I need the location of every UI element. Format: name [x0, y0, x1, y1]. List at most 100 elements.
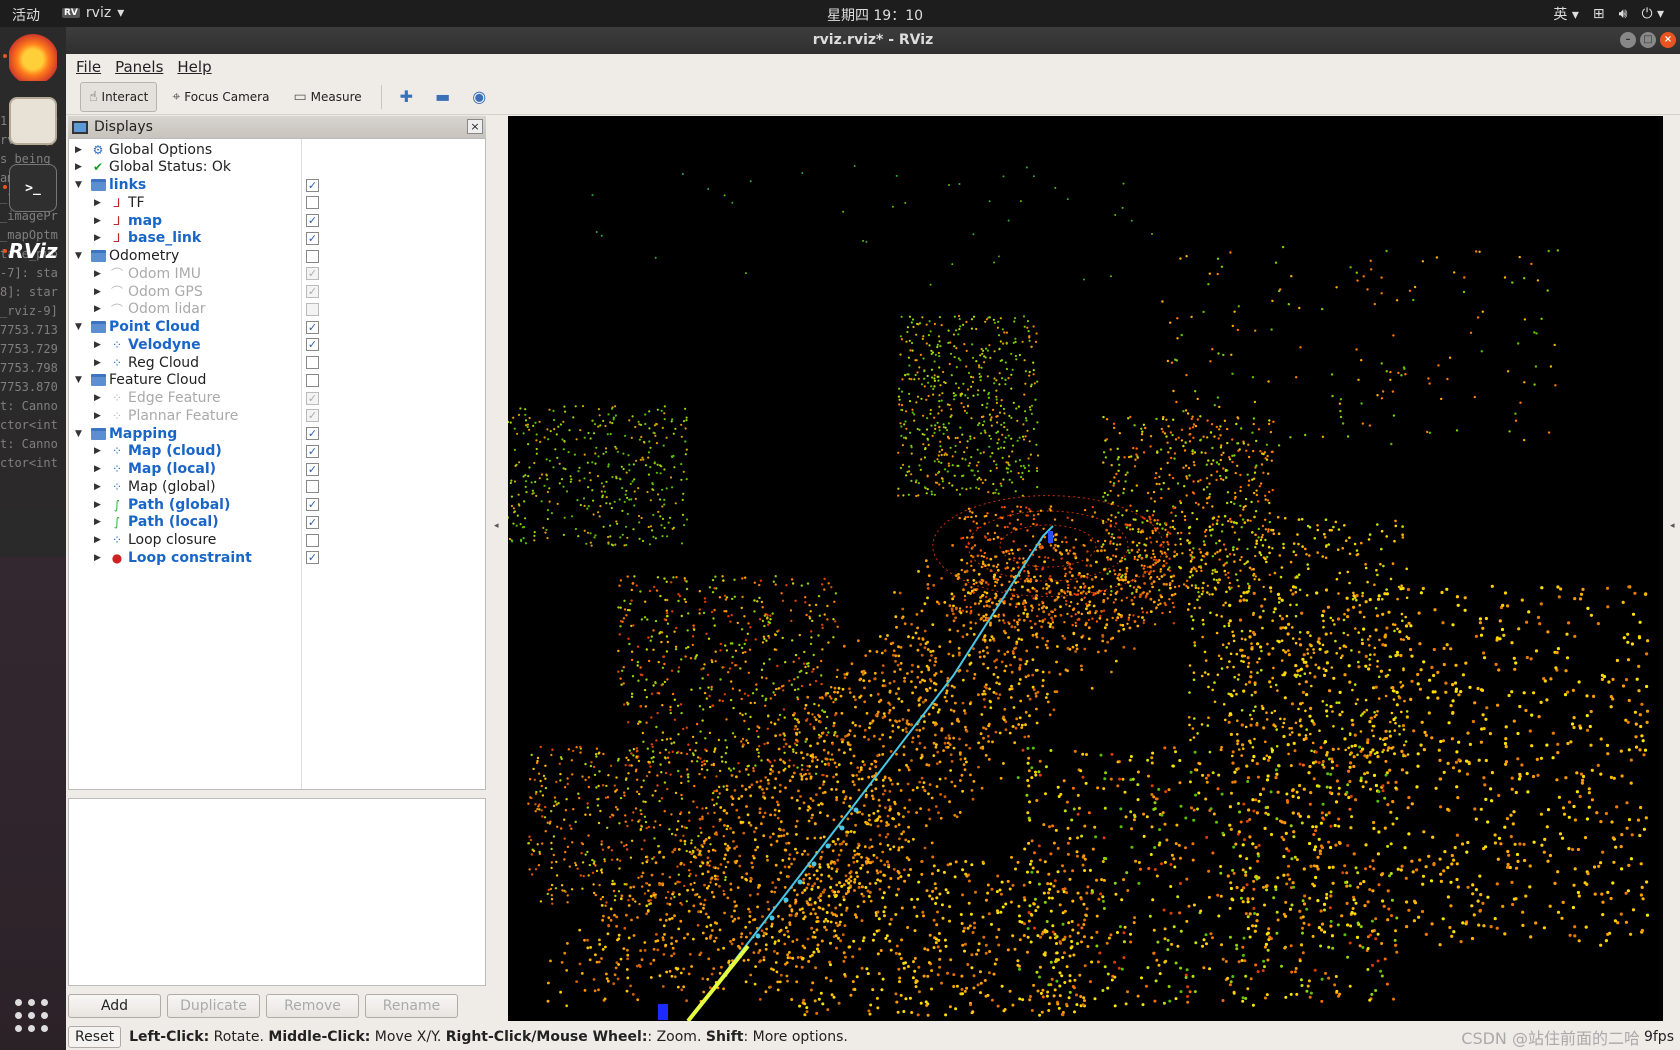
enable-checkbox[interactable]: ✓	[306, 515, 319, 529]
left-splitter-handle[interactable]: ◂	[494, 521, 500, 541]
files-icon[interactable]	[9, 97, 57, 145]
expand-arrow-icon[interactable]: ▶	[94, 464, 104, 474]
expand-arrow-icon[interactable]: ▶	[94, 535, 104, 545]
display-item[interactable]: ▶ ∫ Path (global) ✓	[69, 495, 485, 514]
expand-arrow-icon[interactable]: ▶	[94, 233, 104, 243]
expand-arrow-icon[interactable]: ▶	[94, 411, 104, 421]
enable-checkbox[interactable]: ✓	[306, 409, 319, 423]
rename-button[interactable]: Rename	[365, 994, 458, 1018]
firefox-icon[interactable]	[9, 33, 57, 81]
3d-viewport[interactable]	[508, 116, 1663, 1021]
display-item[interactable]: ▶ ⅃ base_link ✓	[69, 229, 485, 248]
expand-arrow-icon[interactable]: ▶	[94, 393, 104, 403]
enable-checkbox[interactable]: ✓	[306, 231, 319, 245]
expand-arrow-icon[interactable]: ▶	[75, 145, 85, 155]
enable-checkbox[interactable]: ✓	[306, 338, 319, 352]
display-item[interactable]: ▶ ⁘ Map (cloud) ✓	[69, 442, 485, 461]
display-item[interactable]: ▼ Feature Cloud	[69, 371, 485, 390]
enable-checkbox[interactable]	[306, 533, 319, 547]
display-item[interactable]: ▶ ⅃ map ✓	[69, 211, 485, 230]
menu-file[interactable]: File	[76, 58, 101, 76]
enable-checkbox[interactable]	[306, 249, 319, 263]
add-tool-icon[interactable]: ✚	[392, 87, 421, 106]
display-item[interactable]: ▶ ⁘ Velodyne ✓	[69, 335, 485, 354]
menu-panels[interactable]: Panels	[115, 58, 163, 76]
expand-arrow-icon[interactable]: ▶	[94, 340, 104, 350]
display-item[interactable]: ▶ ⌒ Odom lidar	[69, 300, 485, 319]
remove-tool-icon[interactable]: ▬	[427, 87, 458, 106]
close-panel-icon[interactable]: ×	[467, 119, 483, 134]
display-item[interactable]: ▶ ⁘ Edge Feature ✓	[69, 389, 485, 408]
measure-tool-button[interactable]: ▭ Measure	[284, 82, 370, 112]
enable-checkbox[interactable]: ✓	[306, 498, 319, 511]
enable-checkbox[interactable]: ✓	[306, 427, 319, 440]
display-item[interactable]: ▶ ⁘ Plannar Feature ✓	[69, 406, 485, 425]
eye-icon[interactable]: ◉	[464, 87, 494, 106]
window-titlebar[interactable]: rviz.rviz* - RViz – □ ×	[66, 27, 1680, 54]
display-item[interactable]: ▶ ⌒ Odom IMU ✓	[69, 264, 485, 283]
enable-checkbox[interactable]: ✓	[306, 267, 319, 281]
add-button[interactable]: Add	[68, 994, 161, 1018]
remove-button[interactable]: Remove	[266, 994, 359, 1018]
displays-tree[interactable]: ▶ ⚙ Global Options ▶ ✔ Global Status: Ok ▼ link…	[68, 138, 486, 790]
expand-arrow-icon[interactable]: ▶	[94, 482, 104, 492]
display-item[interactable]: ▶ ● Loop constraint ✓	[69, 548, 485, 567]
display-item[interactable]: ▶ ⌒ Odom GPS ✓	[69, 282, 485, 301]
network-icon[interactable]: ⊞	[1593, 6, 1605, 22]
interact-tool-button[interactable]: ☝ Interact	[80, 81, 158, 112]
input-method-indicator[interactable]: 英 ▾	[1553, 4, 1578, 24]
duplicate-button[interactable]: Duplicate	[167, 994, 260, 1018]
enable-checkbox[interactable]: ✓	[306, 462, 319, 476]
minimize-icon[interactable]: –	[1620, 32, 1636, 48]
enable-checkbox[interactable]: ✓	[306, 320, 319, 334]
collapse-arrow-icon[interactable]: ▼	[75, 429, 85, 439]
collapse-arrow-icon[interactable]: ▼	[75, 251, 85, 261]
expand-arrow-icon[interactable]: ▶	[94, 304, 104, 314]
expand-arrow-icon[interactable]: ▶	[94, 517, 104, 527]
power-icon[interactable]: ⏻ ▾	[1641, 6, 1664, 22]
enable-checkbox[interactable]: ✓	[306, 178, 319, 192]
collapse-arrow-icon[interactable]: ▼	[75, 322, 85, 332]
display-item[interactable]: ▼ Mapping ✓	[69, 424, 485, 443]
display-item[interactable]: ▶ ∫ Path (local) ✓	[69, 513, 485, 532]
expand-arrow-icon[interactable]: ▶	[94, 198, 104, 208]
enable-checkbox[interactable]: ✓	[306, 444, 319, 458]
menu-help[interactable]: Help	[177, 58, 211, 76]
enable-checkbox[interactable]: ✓	[306, 285, 319, 298]
enable-checkbox[interactable]: ✓	[306, 214, 319, 227]
enable-checkbox[interactable]	[306, 302, 319, 316]
display-item[interactable]: ▼ Odometry	[69, 247, 485, 266]
display-item[interactable]: ▶ ✔ Global Status: Ok	[69, 158, 485, 177]
terminal-icon[interactable]: >_	[9, 164, 57, 212]
clock[interactable]: 星期四 19：10	[0, 5, 1680, 25]
volume-icon[interactable]: 🔊︎	[1619, 6, 1628, 22]
collapse-arrow-icon[interactable]: ▼	[75, 375, 85, 385]
enable-checkbox[interactable]: ✓	[306, 551, 319, 565]
expand-arrow-icon[interactable]: ▶	[75, 162, 85, 172]
display-item[interactable]: ▶ ⁘ Loop closure	[69, 531, 485, 550]
enable-checkbox[interactable]	[306, 373, 319, 387]
maximize-icon[interactable]: □	[1640, 32, 1656, 48]
expand-arrow-icon[interactable]: ▶	[94, 269, 104, 279]
enable-checkbox[interactable]	[306, 356, 319, 369]
expand-arrow-icon[interactable]: ▶	[94, 446, 104, 456]
enable-checkbox[interactable]	[306, 196, 319, 210]
rviz-dock-icon[interactable]: RViz	[8, 227, 57, 275]
expand-arrow-icon[interactable]: ▶	[94, 553, 104, 563]
close-icon[interactable]: ×	[1660, 32, 1676, 48]
display-item[interactable]: ▶ ⁘ Reg Cloud	[69, 353, 485, 372]
display-item[interactable]: ▼ Point Cloud ✓	[69, 318, 485, 337]
expand-arrow-icon[interactable]: ▶	[94, 216, 104, 226]
display-item[interactable]: ▶ ⚙ Global Options	[69, 140, 485, 159]
collapse-arrow-icon[interactable]: ▼	[75, 180, 85, 190]
focus-camera-tool-button[interactable]: ⌖ Focus Camera	[163, 82, 278, 112]
display-item[interactable]: ▼ links ✓	[69, 176, 485, 195]
display-item[interactable]: ▶ ⁘ Map (local) ✓	[69, 460, 485, 479]
reset-button[interactable]: Reset	[68, 1025, 122, 1048]
expand-arrow-icon[interactable]: ▶	[94, 358, 104, 368]
display-item[interactable]: ▶ ⁘ Map (global)	[69, 477, 485, 496]
expand-arrow-icon[interactable]: ▶	[94, 500, 104, 510]
enable-checkbox[interactable]: ✓	[306, 391, 319, 405]
right-splitter-handle[interactable]: ◂	[1670, 521, 1676, 541]
enable-checkbox[interactable]	[306, 480, 319, 494]
